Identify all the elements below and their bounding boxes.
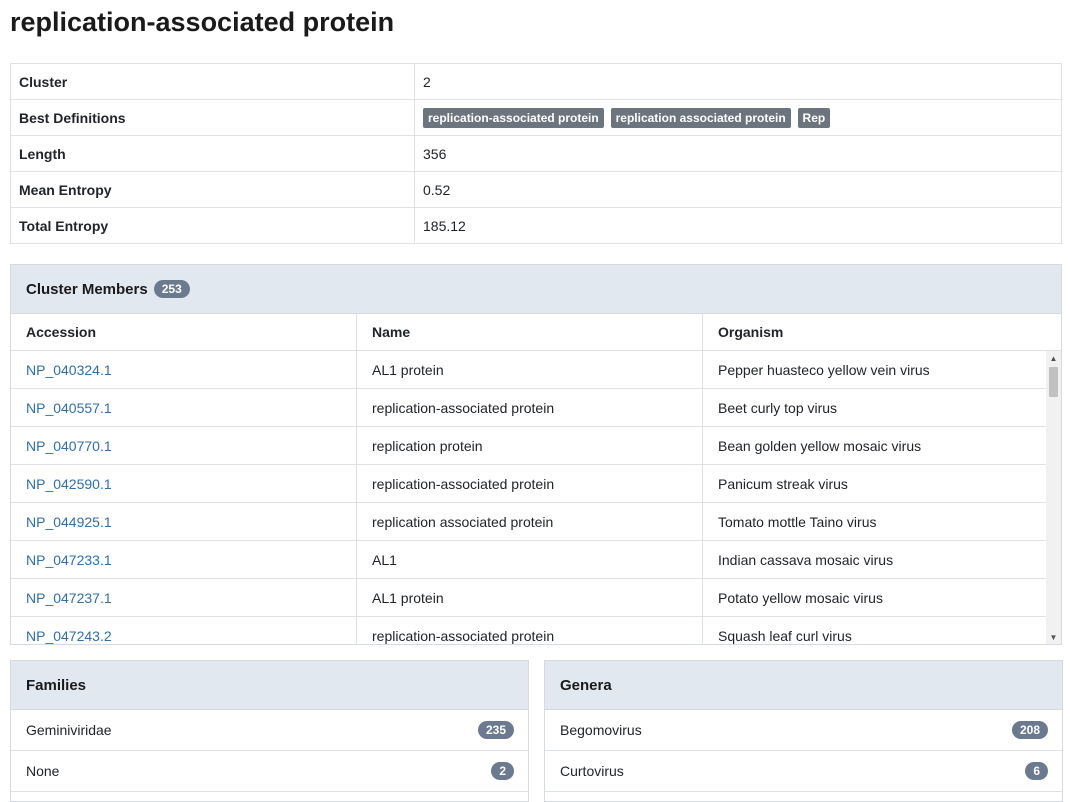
genus-name: Curtovirus [560,763,624,779]
families-title: Families [26,676,87,694]
list-item[interactable]: Geminiviridae 235 [11,710,528,751]
property-row-mean-entropy: Mean Entropy 0.52 [10,171,1062,208]
accession-link[interactable]: NP_047243.2 [26,628,112,644]
accession-link[interactable]: NP_042590.1 [26,476,112,492]
definition-tag: replication associated protein [610,107,791,128]
accession-link[interactable]: NP_040557.1 [26,400,112,416]
scroll-up-arrow-icon[interactable]: ▲ [1046,351,1061,365]
scroll-down-arrow-icon[interactable]: ▼ [1046,630,1061,644]
definition-tag: Rep [797,107,831,128]
members-scrollbar[interactable]: ▲ ▼ [1046,351,1061,644]
property-value: 185.12 [414,207,1062,244]
cluster-members-header: Cluster Members 253 [11,265,1061,314]
member-name: replication-associated protein [357,617,703,644]
accession-link[interactable]: NP_047233.1 [26,552,112,568]
families-header: Families [11,661,528,710]
property-label: Best Definitions [10,99,415,136]
table-row: NP_047233.1 AL1 Indian cassava mosaic vi… [11,541,1046,579]
cluster-members-title: Cluster Members [26,280,148,298]
list-item[interactable]: Begomovirus 208 [545,710,1062,751]
table-row: NP_047237.1 AL1 protein Potato yellow mo… [11,579,1046,617]
family-count-badge: 2 [491,762,514,780]
families-card: Families Geminiviridae 235 None 2 [10,660,529,802]
member-name: replication-associated protein [357,465,703,502]
member-name: AL1 protein [357,351,703,388]
property-value: 2 [414,63,1062,100]
property-label: Length [10,135,415,172]
member-organism: Bean golden yellow mosaic virus [718,437,922,454]
list-item[interactable]: Curtovirus 6 [545,751,1062,792]
member-organism: Indian cassava mosaic virus [718,551,894,568]
property-row-total-entropy: Total Entropy 185.12 [10,207,1062,244]
property-label: Cluster [10,63,415,100]
table-row: NP_042590.1 replication-associated prote… [11,465,1046,503]
member-name: replication associated protein [357,503,703,540]
table-row: NP_040557.1 replication-associated prote… [11,389,1046,427]
page-title: replication-associated protein [10,7,395,37]
family-count-badge: 235 [477,721,514,739]
member-name: AL1 protein [357,579,703,616]
genera-header: Genera [545,661,1062,710]
definition-tag: replication-associated protein [423,107,604,128]
members-table-body[interactable]: NP_040324.1 AL1 protein Pepper huasteco … [11,351,1061,644]
scrollbar-thumb[interactable] [1049,367,1058,397]
property-label: Mean Entropy [10,171,415,208]
member-name: replication-associated protein [357,389,703,426]
properties-table: Cluster 2 Best Definitions replication-a… [10,63,1062,244]
genus-name: Begomovirus [560,722,642,738]
cluster-members-card: Cluster Members 253 Accession Name Organ… [10,264,1062,645]
table-row: NP_040324.1 AL1 protein Pepper huasteco … [11,351,1046,389]
table-row: NP_047243.2 replication-associated prote… [11,617,1046,644]
member-organism: Potato yellow mosaic virus [718,589,883,606]
column-header-organism[interactable]: Organism [703,314,1061,350]
members-count-badge: 253 [153,280,190,298]
genus-count-badge: 208 [1011,721,1048,739]
member-name: AL1 [357,541,703,578]
property-value: 0.52 [414,171,1062,208]
genera-title: Genera [560,676,612,694]
column-header-name[interactable]: Name [357,314,703,350]
table-row: NP_044925.1 replication associated prote… [11,503,1046,541]
definition-tags: replication-associated protein replicati… [414,99,1062,136]
column-header-accession[interactable]: Accession [11,314,357,350]
property-row-cluster: Cluster 2 [10,63,1062,100]
member-organism: Tomato mottle Taino virus [718,513,877,530]
family-name: None [26,763,60,779]
genus-count-badge: 6 [1025,762,1048,780]
member-organism: Beet curly top virus [718,399,838,416]
accession-link[interactable]: NP_047237.1 [26,590,112,606]
property-row-best-definitions: Best Definitions replication-associated … [10,99,1062,136]
genera-card: Genera Begomovirus 208 Curtovirus 6 [544,660,1063,802]
member-name: replication protein [357,427,703,464]
property-value: 356 [414,135,1062,172]
property-label: Total Entropy [10,207,415,244]
table-row: NP_040770.1 replication protein Bean gol… [11,427,1046,465]
accession-link[interactable]: NP_044925.1 [26,514,112,530]
member-organism: Panicum streak virus [718,475,848,492]
accession-link[interactable]: NP_040324.1 [26,362,112,378]
member-organism: Pepper huasteco yellow vein virus [718,361,930,378]
accession-link[interactable]: NP_040770.1 [26,438,112,454]
member-organism: Squash leaf curl virus [718,627,852,644]
members-table-header: Accession Name Organism [11,314,1061,351]
property-row-length: Length 356 [10,135,1062,172]
family-name: Geminiviridae [26,722,112,738]
list-item[interactable]: None 2 [11,751,528,792]
